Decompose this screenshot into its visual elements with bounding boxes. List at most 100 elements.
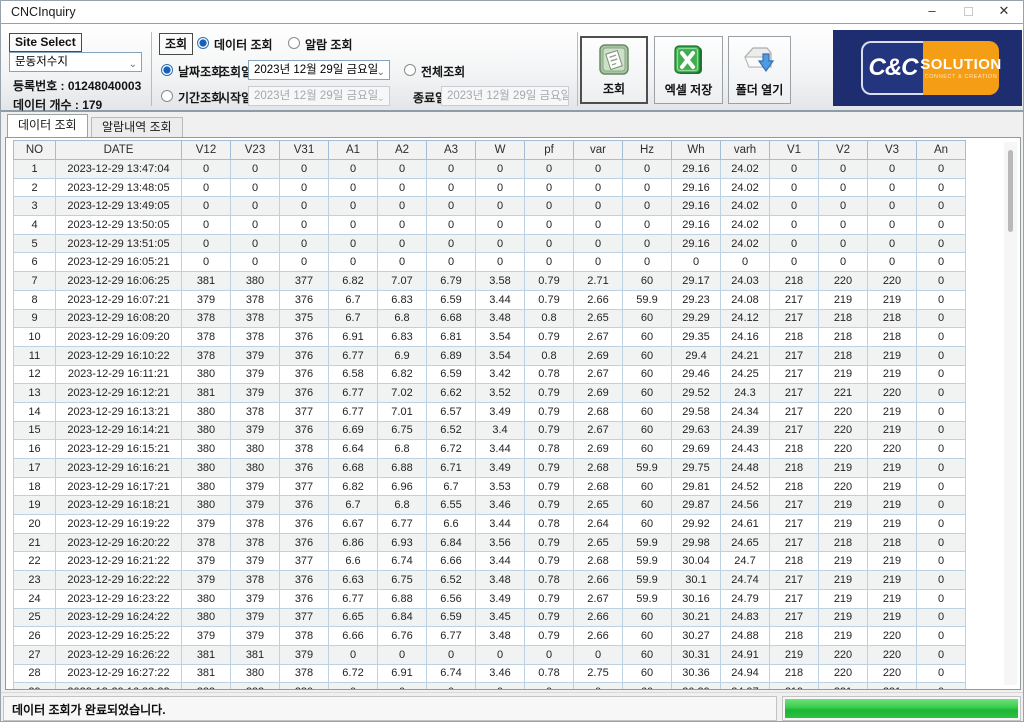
grid-cell[interactable]: 0: [917, 477, 966, 496]
grid-cell[interactable]: 0: [182, 160, 231, 179]
grid-cell[interactable]: 0: [329, 178, 378, 197]
grid-cell[interactable]: 0: [329, 683, 378, 690]
grid-cell[interactable]: 29.98: [672, 533, 721, 552]
grid-cell[interactable]: 6.93: [378, 533, 427, 552]
grid-cell[interactable]: 24: [14, 589, 56, 608]
grid-cell[interactable]: 0: [917, 608, 966, 627]
grid-cell[interactable]: 6.57: [427, 402, 476, 421]
grid-cell[interactable]: 0: [476, 645, 525, 664]
grid-cell[interactable]: 379: [182, 515, 231, 534]
grid-cell[interactable]: 3.44: [476, 552, 525, 571]
grid-cell[interactable]: 0: [917, 683, 966, 690]
grid-cell[interactable]: 3.49: [476, 589, 525, 608]
grid-cell[interactable]: 30.31: [672, 645, 721, 664]
grid-cell[interactable]: 29.35: [672, 328, 721, 347]
grid-cell[interactable]: 221: [868, 683, 917, 690]
grid-cell[interactable]: 2.64: [574, 515, 623, 534]
grid-cell[interactable]: 219: [819, 608, 868, 627]
grid-cell[interactable]: 0: [721, 253, 770, 272]
grid-cell[interactable]: 6.8: [378, 496, 427, 515]
grid-cell[interactable]: 380: [182, 421, 231, 440]
grid-cell[interactable]: 6.83: [378, 290, 427, 309]
grid-cell[interactable]: 0: [574, 216, 623, 235]
grid-cell[interactable]: 218: [770, 440, 819, 459]
grid-cell[interactable]: 219: [868, 515, 917, 534]
grid-cell[interactable]: 6.89: [427, 346, 476, 365]
grid-cell[interactable]: 0: [525, 253, 574, 272]
grid-cell[interactable]: 0: [378, 253, 427, 272]
grid-cell[interactable]: 0: [623, 216, 672, 235]
grid-cell[interactable]: 0: [476, 234, 525, 253]
grid-cell[interactable]: 6.55: [427, 496, 476, 515]
grid-cell[interactable]: 378: [280, 440, 329, 459]
grid-cell[interactable]: 30.27: [672, 627, 721, 646]
grid-cell[interactable]: 0: [525, 234, 574, 253]
grid-cell[interactable]: 219: [770, 683, 819, 690]
grid-cell[interactable]: 24.16: [721, 328, 770, 347]
grid-cell[interactable]: 0: [917, 178, 966, 197]
grid-cell[interactable]: 6.59: [427, 365, 476, 384]
grid-cell[interactable]: 0.78: [525, 440, 574, 459]
data-inquiry-radio[interactable]: [197, 37, 209, 49]
grid-cell[interactable]: 6.9: [378, 346, 427, 365]
grid-cell[interactable]: 379: [182, 552, 231, 571]
grid-cell[interactable]: 0: [623, 234, 672, 253]
grid-cell[interactable]: 0.79: [525, 421, 574, 440]
grid-cell[interactable]: 0: [917, 402, 966, 421]
grid-cell[interactable]: 3.49: [476, 459, 525, 478]
grid-cell[interactable]: 219: [819, 515, 868, 534]
grid-cell[interactable]: 6.77: [378, 515, 427, 534]
grid-cell[interactable]: 0.79: [525, 477, 574, 496]
grid-cell[interactable]: 380: [182, 365, 231, 384]
grid-cell[interactable]: 6.7: [329, 309, 378, 328]
grid-cell[interactable]: 0: [574, 197, 623, 216]
grid-cell[interactable]: 378: [231, 328, 280, 347]
grid-cell[interactable]: 24.91: [721, 645, 770, 664]
grid-cell[interactable]: 24.79: [721, 589, 770, 608]
column-header-wh[interactable]: Wh: [672, 141, 721, 160]
grid-cell[interactable]: 24.3: [721, 384, 770, 403]
grid-cell[interactable]: 377: [280, 552, 329, 571]
grid-cell[interactable]: 29.87: [672, 496, 721, 515]
grid-cell[interactable]: 0: [182, 197, 231, 216]
grid-cell[interactable]: 218: [770, 328, 819, 347]
grid-cell[interactable]: 379: [231, 608, 280, 627]
grid-cell[interactable]: 2023-12-29 16:22:22: [56, 571, 182, 590]
grid-cell[interactable]: 6.75: [378, 571, 427, 590]
column-header-an[interactable]: An: [917, 141, 966, 160]
grid-cell[interactable]: 3.56: [476, 533, 525, 552]
grid-cell[interactable]: 0: [623, 178, 672, 197]
grid-cell[interactable]: 0: [623, 160, 672, 179]
grid-cell[interactable]: 0: [868, 178, 917, 197]
grid-cell[interactable]: 221: [819, 384, 868, 403]
grid-cell[interactable]: 6.59: [427, 608, 476, 627]
column-header-hz[interactable]: Hz: [623, 141, 672, 160]
grid-cell[interactable]: 29.81: [672, 477, 721, 496]
grid-cell[interactable]: 378: [280, 627, 329, 646]
grid-cell[interactable]: 0: [231, 197, 280, 216]
grid-cell[interactable]: 217: [770, 571, 819, 590]
grid-cell[interactable]: 4: [14, 216, 56, 235]
grid-cell[interactable]: 2023-12-29 16:27:22: [56, 664, 182, 683]
grid-cell[interactable]: 6.6: [427, 515, 476, 534]
grid-cell[interactable]: 379: [231, 627, 280, 646]
grid-cell[interactable]: 218: [770, 272, 819, 291]
vertical-scrollbar[interactable]: [1004, 142, 1017, 685]
column-header-v3[interactable]: V3: [868, 141, 917, 160]
grid-cell[interactable]: 6.76: [378, 627, 427, 646]
grid-cell[interactable]: 6.75: [378, 421, 427, 440]
grid-cell[interactable]: 0: [329, 197, 378, 216]
grid-cell[interactable]: 217: [770, 365, 819, 384]
grid-cell[interactable]: 378: [182, 309, 231, 328]
grid-cell[interactable]: 220: [868, 627, 917, 646]
grid-cell[interactable]: 29.16: [672, 160, 721, 179]
grid-cell[interactable]: 59.9: [623, 533, 672, 552]
grid-cell[interactable]: 382: [231, 683, 280, 690]
grid-cell[interactable]: 0: [917, 552, 966, 571]
grid-cell[interactable]: 0: [770, 234, 819, 253]
grid-cell[interactable]: 2.69: [574, 346, 623, 365]
grid-cell[interactable]: 29.16: [672, 197, 721, 216]
grid-cell[interactable]: 218: [819, 533, 868, 552]
alarm-inquiry-radio[interactable]: [288, 37, 300, 49]
grid-cell[interactable]: 29.16: [672, 234, 721, 253]
